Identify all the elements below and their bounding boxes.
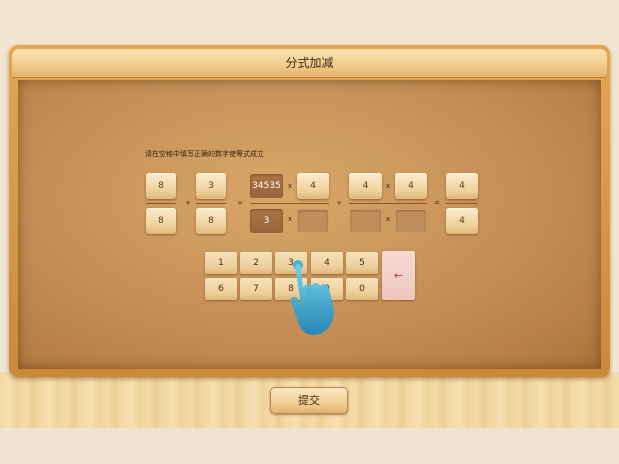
frac4-line	[349, 203, 427, 204]
frac4-numerator: 4	[349, 173, 382, 199]
frac2-numerator: 3	[196, 173, 226, 199]
title-bar: 分式加减	[12, 49, 607, 78]
background-top	[0, 0, 619, 40]
plus-sign: +	[336, 199, 342, 207]
key-6[interactable]: 6	[205, 278, 237, 300]
frac4-denominator-multiplier-input[interactable]	[395, 209, 427, 233]
frac3-numerator-multiplier: 4	[297, 173, 329, 199]
times-sign: x	[287, 182, 293, 190]
times-sign: x	[385, 182, 391, 190]
frac1-numerator: 8	[146, 173, 176, 199]
background-bottom	[0, 428, 619, 464]
instruction-text: 请在空格中填写正确的数字使等式成立	[145, 150, 264, 158]
backspace-button[interactable]: ←	[382, 251, 415, 300]
page-title: 分式加减	[285, 56, 334, 70]
key-2[interactable]: 2	[240, 252, 272, 274]
times-sign: x	[287, 215, 293, 223]
frac4-denominator-input[interactable]	[349, 209, 382, 233]
equals-sign: =	[434, 199, 440, 207]
frac3-denominator: 3	[250, 209, 283, 233]
submit-button[interactable]: 提交	[270, 387, 348, 414]
frac1-line	[146, 203, 176, 204]
times-sign: x	[385, 215, 391, 223]
frac3-denominator-multiplier-input[interactable]	[297, 209, 329, 233]
frac2-line	[196, 203, 226, 204]
frac5-line	[446, 203, 478, 204]
frac4-numerator-multiplier: 4	[395, 173, 427, 199]
frac5-numerator: 4	[446, 173, 478, 199]
frac3-line	[250, 203, 329, 204]
frac1-denominator: 8	[146, 208, 176, 234]
tap-hand-icon	[290, 260, 334, 335]
frac3-numerator: 34535	[250, 174, 283, 198]
frac5-denominator: 4	[446, 208, 478, 234]
equals-sign: =	[237, 199, 243, 207]
key-7[interactable]: 7	[240, 278, 272, 300]
plus-sign: +	[185, 199, 191, 207]
frac2-denominator: 8	[196, 208, 226, 234]
key-1[interactable]: 1	[205, 252, 237, 274]
